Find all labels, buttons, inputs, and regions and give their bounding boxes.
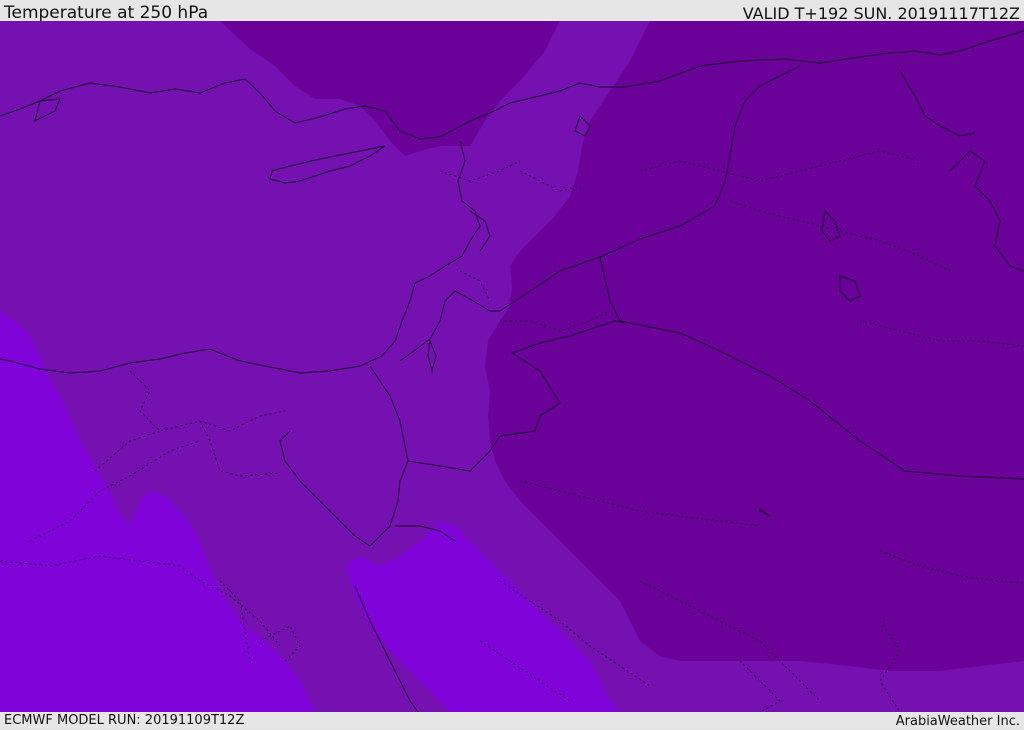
footer-bar: ECMWF MODEL RUN: 20191109T12Z ArabiaWeat… bbox=[0, 712, 1024, 729]
map-canvas bbox=[0, 21, 1024, 712]
model-run-label: ECMWF MODEL RUN: 20191109T12Z bbox=[4, 713, 245, 728]
map-title: Temperature at 250 hPa bbox=[4, 3, 209, 23]
header-bar: Temperature at 250 hPa VALID T+192 SUN. … bbox=[0, 0, 1024, 23]
credit-label: ArabiaWeather Inc. bbox=[895, 714, 1020, 729]
temperature-map[interactable] bbox=[0, 21, 1024, 712]
